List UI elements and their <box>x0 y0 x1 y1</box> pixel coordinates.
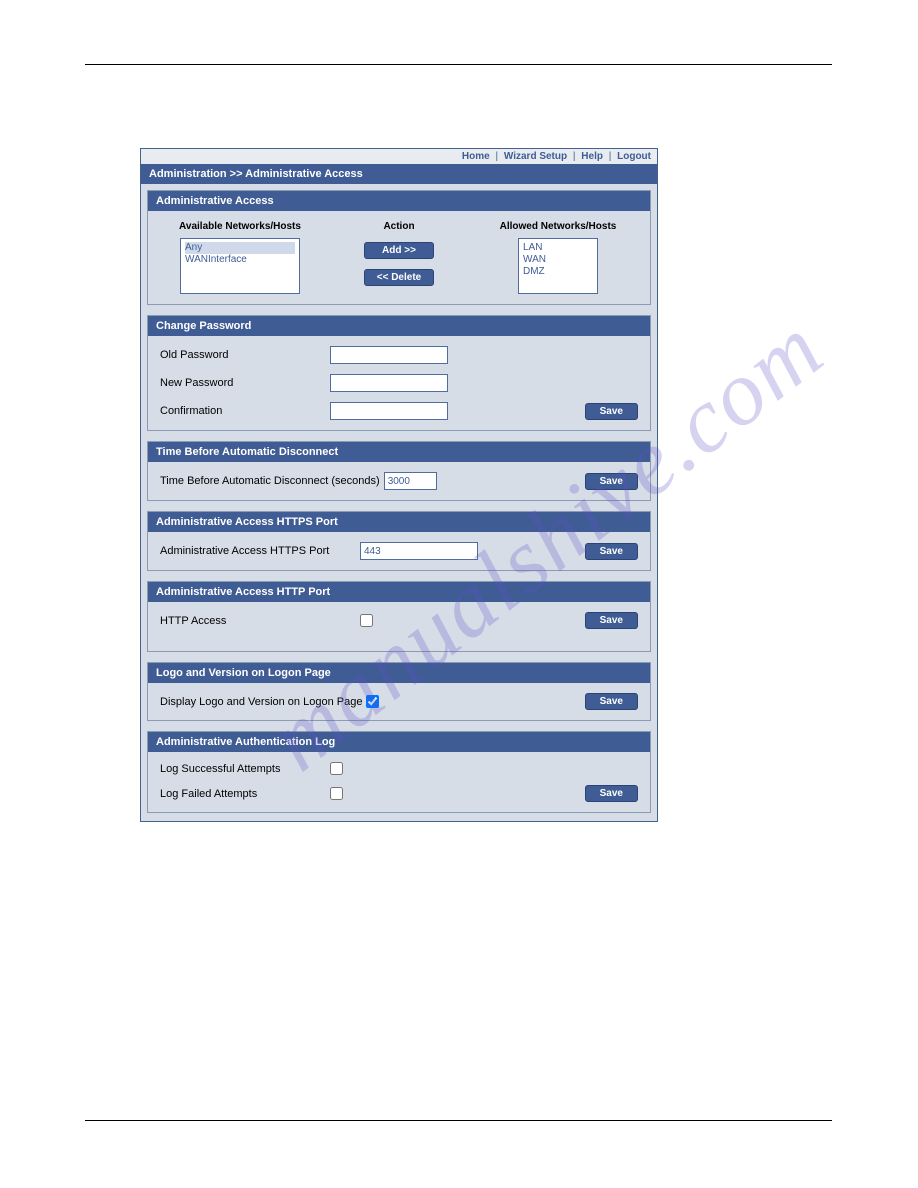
old-password-input[interactable] <box>330 346 448 364</box>
http-access-checkbox[interactable] <box>360 614 373 627</box>
timeout-label: Time Before Automatic Disconnect (second… <box>160 475 380 487</box>
save-button[interactable]: Save <box>585 612 638 629</box>
panel-title: Change Password <box>148 316 650 336</box>
new-password-label: New Password <box>160 377 330 389</box>
nav-separator: | <box>570 151 579 162</box>
nav-separator: | <box>606 151 615 162</box>
panel-admin-access: Administrative Access Available Networks… <box>147 190 651 305</box>
panel-logo-version: Logo and Version on Logon Page Display L… <box>147 662 651 721</box>
panel-https-port: Administrative Access HTTPS Port Adminis… <box>147 511 651 571</box>
panel-title: Time Before Automatic Disconnect <box>148 442 650 462</box>
list-item[interactable]: LAN <box>523 242 593 254</box>
http-access-label: HTTP Access <box>160 615 356 627</box>
https-port-input[interactable] <box>360 542 478 560</box>
save-button[interactable]: Save <box>585 473 638 490</box>
available-networks-heading: Available Networks/Hosts <box>179 221 301 232</box>
panel-change-password: Change Password Old Password New Passwor… <box>147 315 651 431</box>
logo-version-checkbox[interactable] <box>366 695 379 708</box>
https-port-label: Administrative Access HTTPS Port <box>160 545 356 557</box>
list-item[interactable]: WAN <box>523 254 593 266</box>
list-item[interactable]: WANInterface <box>185 254 295 266</box>
panel-title: Administrative Access HTTPS Port <box>148 512 650 532</box>
top-nav: Home | Wizard Setup | Help | Logout <box>141 149 657 164</box>
confirm-password-input[interactable] <box>330 402 448 420</box>
delete-button[interactable]: << Delete <box>364 269 434 286</box>
nav-separator: | <box>492 151 501 162</box>
allowed-networks-listbox[interactable]: LAN WAN DMZ <box>518 238 598 294</box>
logo-version-label: Display Logo and Version on Logon Page <box>160 696 362 708</box>
timeout-input[interactable] <box>384 472 437 490</box>
nav-home-link[interactable]: Home <box>462 151 490 162</box>
new-password-input[interactable] <box>330 374 448 392</box>
save-button[interactable]: Save <box>585 785 638 802</box>
nav-wizard-link[interactable]: Wizard Setup <box>504 151 567 162</box>
log-failed-label: Log Failed Attempts <box>160 788 330 800</box>
save-button[interactable]: Save <box>585 543 638 560</box>
panel-http-port: Administrative Access HTTP Port HTTP Acc… <box>147 581 651 652</box>
panel-title: Administrative Access HTTP Port <box>148 582 650 602</box>
log-success-checkbox[interactable] <box>330 762 343 775</box>
panel-timeout: Time Before Automatic Disconnect Time Be… <box>147 441 651 501</box>
list-item[interactable]: DMZ <box>523 266 593 278</box>
panel-auth-log: Administrative Authentication Log Log Su… <box>147 731 651 813</box>
list-item[interactable]: Any <box>185 242 295 254</box>
breadcrumb: Administration >> Administrative Access <box>141 164 657 184</box>
nav-help-link[interactable]: Help <box>581 151 603 162</box>
panel-title: Administrative Access <box>148 191 650 211</box>
nav-logout-link[interactable]: Logout <box>617 151 651 162</box>
add-button[interactable]: Add >> <box>364 242 434 259</box>
old-password-label: Old Password <box>160 349 330 361</box>
available-networks-listbox[interactable]: Any WANInterface <box>180 238 300 294</box>
action-heading: Action <box>383 221 414 232</box>
log-failed-checkbox[interactable] <box>330 787 343 800</box>
confirm-password-label: Confirmation <box>160 405 330 417</box>
app-frame: Home | Wizard Setup | Help | Logout Admi… <box>140 148 658 822</box>
save-button[interactable]: Save <box>585 693 638 710</box>
panel-title: Logo and Version on Logon Page <box>148 663 650 683</box>
save-button[interactable]: Save <box>585 403 638 420</box>
panel-title: Administrative Authentication Log <box>148 732 650 752</box>
log-success-label: Log Successful Attempts <box>160 763 330 775</box>
allowed-networks-heading: Allowed Networks/Hosts <box>500 221 617 232</box>
